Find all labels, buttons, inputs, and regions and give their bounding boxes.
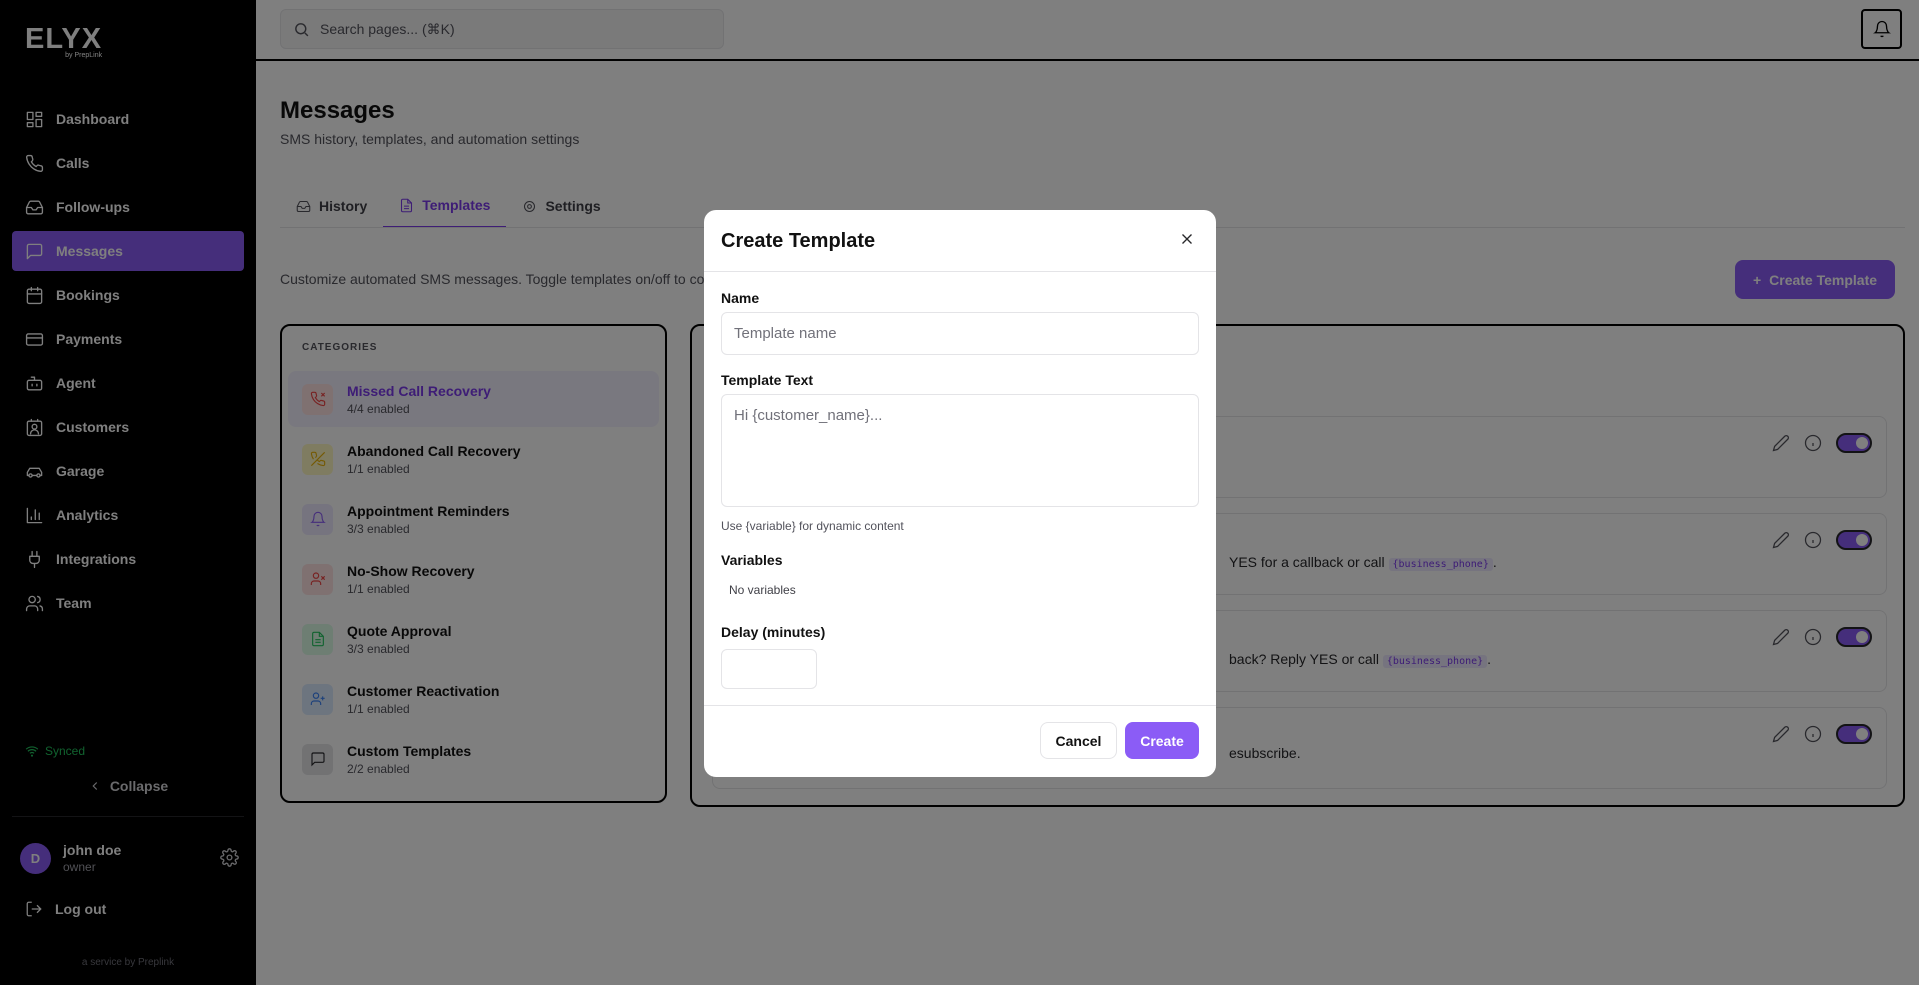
- no-variables-text: No variables: [729, 583, 796, 597]
- template-text-hint: Use {variable} for dynamic content: [721, 519, 904, 533]
- template-text-input[interactable]: [721, 394, 1199, 507]
- variables-label: Variables: [721, 552, 783, 568]
- delay-input[interactable]: [721, 649, 817, 689]
- delay-label: Delay (minutes): [721, 624, 826, 640]
- create-template-dialog: Create Template Name Template Text Use {…: [704, 210, 1216, 777]
- divider: [704, 705, 1216, 706]
- dialog-title: Create Template: [721, 230, 876, 252]
- cancel-button[interactable]: Cancel: [1040, 722, 1117, 759]
- template-name-input[interactable]: [721, 312, 1199, 355]
- divider: [704, 271, 1216, 272]
- close-icon[interactable]: [1178, 230, 1198, 250]
- name-label: Name: [721, 290, 760, 306]
- template-text-label: Template Text: [721, 372, 814, 388]
- create-button[interactable]: Create: [1125, 722, 1199, 759]
